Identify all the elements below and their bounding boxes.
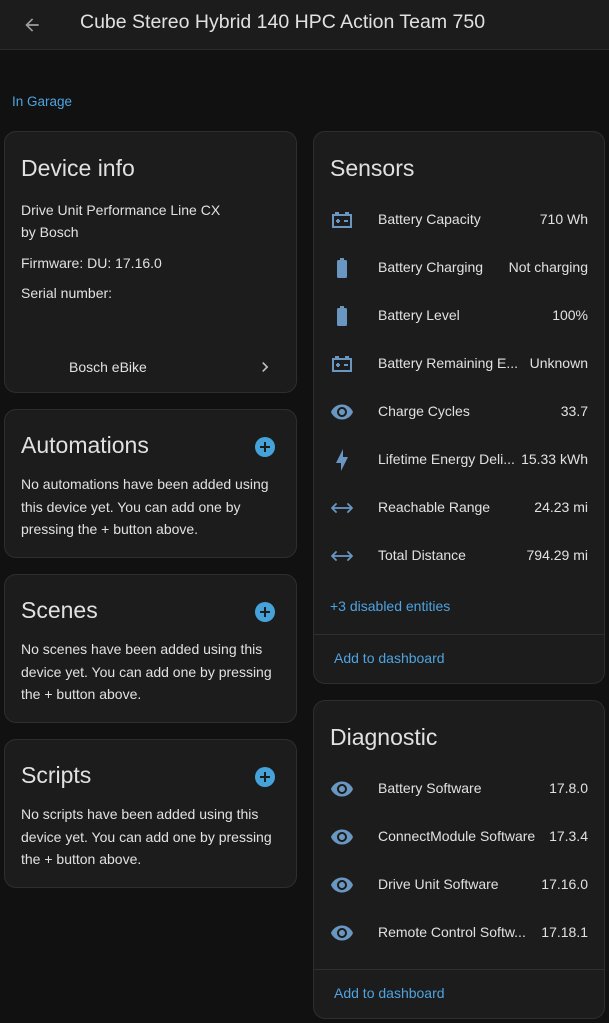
entity-value: 100% xyxy=(552,307,588,323)
diagnostic-card: Diagnostic Battery Software 17.8.0 Connect… xyxy=(313,700,605,1019)
eye-icon xyxy=(330,400,354,424)
arrow-left-right-icon xyxy=(330,496,354,520)
integration-label: Bosch eBike xyxy=(69,359,147,375)
entity-value: 15.33 kWh xyxy=(521,451,588,467)
arrow-left-right-icon xyxy=(330,544,354,568)
add-scene-button[interactable] xyxy=(255,602,275,622)
automations-title: Automations xyxy=(21,432,149,458)
back-button[interactable] xyxy=(14,7,50,43)
scenes-title: Scenes xyxy=(21,597,98,623)
entity-name: ConnectModule Software xyxy=(378,828,536,844)
entity-name: Battery Level xyxy=(378,307,460,323)
scenes-card: Scenes No scenes have been added using t… xyxy=(4,574,297,723)
scenes-empty-text: No scenes have been added using this dev… xyxy=(21,641,272,702)
device-info-title: Device info xyxy=(21,155,135,181)
scripts-title: Scripts xyxy=(21,762,92,788)
battery-icon xyxy=(330,304,354,328)
entity-row[interactable]: Battery Capacity 710 Wh xyxy=(314,196,604,244)
diagnostic-divider xyxy=(314,969,604,970)
entity-value: 17.8.0 xyxy=(549,780,588,796)
eye-icon xyxy=(330,825,354,849)
battery-icon xyxy=(330,256,354,280)
entity-row[interactable]: Drive Unit Software 17.16.0 xyxy=(314,861,604,909)
device-serial: Serial number: xyxy=(21,285,113,301)
entity-name: Charge Cycles xyxy=(378,403,470,419)
entity-value: Unknown xyxy=(529,355,588,371)
battery-charging-icon xyxy=(330,352,354,376)
entity-value: 24.23 mi xyxy=(534,499,588,515)
entity-row[interactable]: Total Distance 794.29 mi xyxy=(314,532,604,580)
entity-name: Battery Capacity xyxy=(378,211,481,227)
eye-icon xyxy=(330,921,354,945)
page-title: Cube Stereo Hybrid 140 HPC Action Team 7… xyxy=(80,11,486,33)
automations-card: Automations No automations have been add… xyxy=(4,409,297,558)
disabled-entities-link[interactable]: +3 disabled entities xyxy=(330,598,450,614)
entity-name: Battery Charging xyxy=(378,259,484,275)
entity-name: Total Distance xyxy=(378,547,466,563)
entity-row[interactable]: Battery Level 100% xyxy=(314,292,604,340)
add-automation-button[interactable] xyxy=(255,437,275,457)
entity-value: Not charging xyxy=(508,259,588,275)
scripts-card: Scripts No scripts have been added using… xyxy=(4,739,297,888)
diagnostic-title: Diagnostic xyxy=(330,724,438,750)
entity-row[interactable]: Lifetime Energy Deli... 15.33 kWh xyxy=(314,436,604,484)
diagnostic-add-to-dashboard-button[interactable]: Add to dashboard xyxy=(334,985,445,1001)
sensors-divider xyxy=(314,634,604,635)
entity-row[interactable]: ConnectModule Software 17.3.4 xyxy=(314,813,604,861)
device-info-card: Device info Drive Unit Performance Line … xyxy=(4,131,297,393)
entity-name: Battery Remaining E... xyxy=(378,355,519,371)
integration-row[interactable]: Bosch eBike xyxy=(5,350,296,386)
sensors-title: Sensors xyxy=(330,155,415,181)
entity-value: 710 Wh xyxy=(539,211,588,227)
entity-name: Reachable Range xyxy=(378,499,491,515)
entity-row[interactable]: Battery Software 17.8.0 xyxy=(314,765,604,813)
device-model: Drive Unit Performance Line CX xyxy=(21,202,221,218)
battery-charging-icon xyxy=(330,208,354,232)
entity-value: 17.3.4 xyxy=(549,828,588,844)
entity-row[interactable]: Charge Cycles 33.7 xyxy=(314,388,604,436)
scripts-empty-text: No scripts have been added using this de… xyxy=(21,806,272,867)
sensors-add-to-dashboard-button[interactable]: Add to dashboard xyxy=(334,650,445,666)
entity-name: Battery Software xyxy=(378,780,482,796)
arrow-left-icon xyxy=(25,18,39,32)
chevron-right-icon xyxy=(262,362,269,372)
entity-name: Drive Unit Software xyxy=(378,876,499,892)
entity-value: 794.29 mi xyxy=(526,547,588,563)
entity-row[interactable]: Remote Control Softw... 17.18.1 xyxy=(314,909,604,957)
entity-name: Lifetime Energy Deli... xyxy=(378,451,515,467)
entity-value: 33.7 xyxy=(560,403,588,419)
entity-name: Remote Control Softw... xyxy=(378,924,526,940)
lightning-icon xyxy=(330,448,354,472)
eye-icon xyxy=(330,777,354,801)
sensors-card: Sensors Battery Capacity 710 Wh Battery Ch… xyxy=(313,131,605,684)
entity-row[interactable]: Battery Charging Not charging xyxy=(314,244,604,292)
entity-value: 17.18.1 xyxy=(541,924,588,940)
device-firmware: Firmware: DU: 17.16.0 xyxy=(21,255,162,271)
device-manufacturer: by Bosch xyxy=(21,224,79,240)
eye-icon xyxy=(330,873,354,897)
top-app-bar: Cube Stereo Hybrid 140 HPC Action Team 7… xyxy=(0,0,609,50)
automations-empty-text: No automations have been added using thi… xyxy=(21,476,269,537)
entity-row[interactable]: Reachable Range 24.23 mi xyxy=(314,484,604,532)
area-link[interactable]: In Garage xyxy=(12,94,72,109)
entity-value: 17.16.0 xyxy=(541,876,588,892)
entity-row[interactable]: Battery Remaining E... Unknown xyxy=(314,340,604,388)
add-script-button[interactable] xyxy=(255,767,275,787)
